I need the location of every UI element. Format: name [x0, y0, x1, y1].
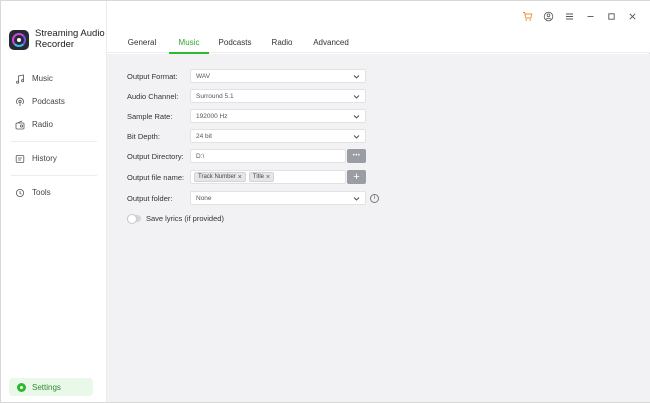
- settings-icon: [17, 382, 26, 392]
- music-note-icon: [15, 74, 25, 84]
- sidebar-divider: [11, 141, 97, 142]
- sidebar-item-settings[interactable]: Settings: [9, 378, 93, 396]
- tab-radio[interactable]: Radio: [267, 31, 297, 53]
- brand: Streaming Audio Recorder: [9, 28, 105, 50]
- window-controls: [522, 11, 638, 22]
- bit-depth-value: 24 bit: [196, 132, 212, 140]
- tag-title: Title ×: [248, 172, 275, 182]
- sample-rate-select[interactable]: 192000 Hz: [190, 109, 366, 123]
- info-icon[interactable]: i: [370, 193, 379, 203]
- audio-channel-value: Surround 5.1: [196, 92, 234, 100]
- history-icon: [15, 154, 25, 164]
- tab-podcasts[interactable]: Podcasts: [217, 31, 253, 53]
- sidebar-nav: Music Podcasts Radio History Tools: [1, 67, 107, 204]
- bit-depth-label: Bit Depth:: [127, 131, 160, 141]
- tag-label: Title: [252, 174, 265, 180]
- tab-advanced[interactable]: Advanced: [311, 31, 351, 53]
- output-folder-value: None: [196, 194, 212, 202]
- audio-channel-row: Audio Channel: Surround 5.1: [127, 89, 366, 103]
- sidebar-item-music[interactable]: Music: [1, 67, 107, 90]
- audio-channel-label: Audio Channel:: [127, 91, 179, 101]
- chevron-down-icon: [353, 115, 360, 119]
- output-directory-row: Output Directory: D:\ •••: [127, 149, 366, 163]
- output-folder-label: Output folder:: [127, 193, 173, 203]
- output-file-name-tags[interactable]: Track Number × Title ×: [190, 170, 346, 184]
- save-lyrics-label: Save lyrics (if provided): [146, 213, 224, 223]
- output-file-name-row: Output file name: Track Number × Title ×…: [127, 170, 366, 184]
- save-lyrics-row: Save lyrics (if provided): [127, 211, 224, 225]
- sidebar-divider: [11, 175, 97, 176]
- output-directory-label: Output Directory:: [127, 151, 184, 161]
- sample-rate-label: Sample Rate:: [127, 111, 173, 121]
- menu-icon[interactable]: [564, 11, 575, 22]
- chevron-down-icon: [353, 197, 360, 201]
- sidebar-item-label: History: [32, 154, 57, 163]
- maximize-icon[interactable]: [606, 11, 617, 22]
- plus-icon: +: [353, 170, 360, 183]
- sidebar-item-label: Radio: [32, 120, 53, 129]
- tab-general[interactable]: General: [123, 31, 161, 53]
- sidebar-item-podcasts[interactable]: Podcasts: [1, 90, 107, 113]
- cart-icon[interactable]: [522, 11, 533, 22]
- radio-icon: [15, 120, 25, 130]
- tag-track-number: Track Number ×: [194, 172, 246, 182]
- output-folder-select[interactable]: None: [190, 191, 366, 205]
- save-lyrics-toggle[interactable]: [127, 213, 141, 224]
- sidebar: Streaming Audio Recorder Music Podcasts …: [1, 1, 107, 402]
- bit-depth-row: Bit Depth: 24 bit: [127, 129, 366, 143]
- output-file-name-label: Output file name:: [127, 172, 185, 182]
- settings-label: Settings: [32, 382, 61, 392]
- sidebar-item-history[interactable]: History: [1, 147, 107, 170]
- sidebar-item-label: Tools: [32, 188, 51, 197]
- sample-rate-value: 192000 Hz: [196, 112, 228, 120]
- tag-label: Track Number: [198, 174, 236, 180]
- chevron-down-icon: [353, 75, 360, 79]
- remove-tag-icon[interactable]: ×: [238, 174, 242, 181]
- podcast-icon: [15, 97, 25, 107]
- settings-tabs: General Music Podcasts Radio Advanced: [107, 31, 650, 54]
- bit-depth-select[interactable]: 24 bit: [190, 129, 366, 143]
- tab-music[interactable]: Music: [169, 31, 209, 54]
- output-directory-value: D:\: [196, 152, 205, 160]
- add-tag-button[interactable]: +: [347, 170, 366, 184]
- output-directory-input[interactable]: D:\: [190, 149, 346, 163]
- title-bar: [107, 1, 650, 31]
- sidebar-item-tools[interactable]: Tools: [1, 181, 107, 204]
- output-format-row: Output Format: WAV: [127, 69, 366, 83]
- remove-tag-icon[interactable]: ×: [266, 174, 270, 181]
- output-format-select[interactable]: WAV: [190, 69, 366, 83]
- chevron-down-icon: [353, 135, 360, 139]
- audio-channel-select[interactable]: Surround 5.1: [190, 89, 366, 103]
- sample-rate-row: Sample Rate: 192000 Hz: [127, 109, 366, 123]
- app-window: Streaming Audio Recorder Music Podcasts …: [0, 0, 650, 403]
- sidebar-item-radio[interactable]: Radio: [1, 113, 107, 136]
- more-dots-icon: •••: [352, 153, 361, 159]
- account-icon[interactable]: [543, 11, 554, 22]
- app-title: Streaming Audio Recorder: [35, 28, 105, 50]
- sidebar-item-label: Podcasts: [32, 97, 65, 106]
- app-logo: [9, 29, 29, 50]
- sidebar-item-label: Music: [32, 74, 53, 83]
- minimize-icon[interactable]: [585, 11, 596, 22]
- close-icon[interactable]: [627, 11, 638, 22]
- browse-directory-button[interactable]: •••: [347, 149, 366, 163]
- chevron-down-icon: [353, 95, 360, 99]
- output-format-label: Output Format:: [127, 71, 178, 81]
- output-folder-row: Output folder: None i: [127, 191, 379, 205]
- output-format-value: WAV: [196, 72, 211, 80]
- settings-panel: Output Format: WAV Audio Channel: Surrou…: [107, 54, 650, 402]
- tools-icon: [15, 188, 25, 198]
